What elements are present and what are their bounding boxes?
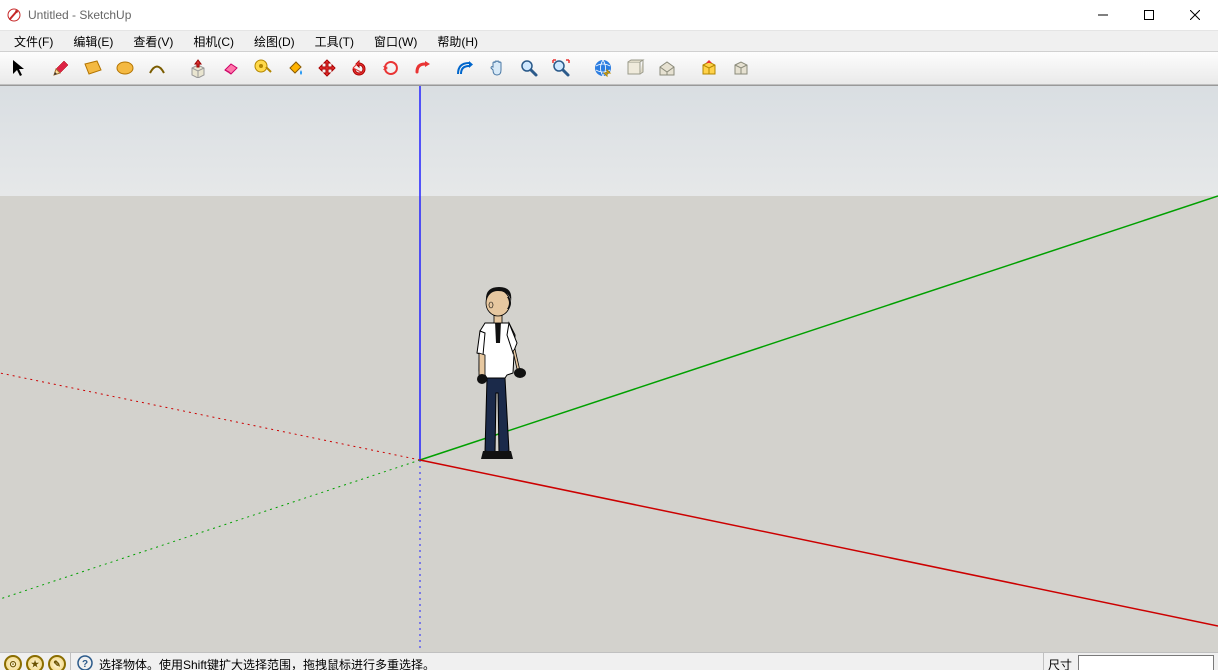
- select-tool-icon[interactable]: [4, 53, 34, 83]
- extensions-icon[interactable]: [726, 53, 756, 83]
- rectangle-tool-icon[interactable]: [78, 53, 108, 83]
- circle-tool-icon[interactable]: [110, 53, 140, 83]
- status-indicator-icons: ⊙ ★ ✎: [0, 653, 71, 670]
- menu-bar: 文件(F) 编辑(E) 查看(V) 相机(C) 绘图(D) 工具(T) 窗口(W…: [0, 31, 1218, 52]
- status-bar: ⊙ ★ ✎ ? 选择物体。使用Shift键扩大选择范围，拖拽鼠标进行多重选择。 …: [0, 652, 1218, 670]
- credits-icon[interactable]: ★: [26, 655, 44, 670]
- zoom-extents-tool-icon[interactable]: [546, 53, 576, 83]
- move-tool-icon[interactable]: [312, 53, 342, 83]
- menu-help[interactable]: 帮助(H): [427, 31, 488, 52]
- toolbar: [0, 52, 1218, 85]
- menu-camera[interactable]: 相机(C): [183, 31, 244, 52]
- menu-view[interactable]: 查看(V): [123, 31, 183, 52]
- maximize-button[interactable]: [1126, 0, 1172, 30]
- tape-measure-tool-icon[interactable]: [248, 53, 278, 83]
- title-bar: Untitled - SketchUp: [0, 0, 1218, 31]
- menu-file[interactable]: 文件(F): [4, 31, 63, 52]
- minimize-button[interactable]: [1080, 0, 1126, 30]
- warehouse-icon[interactable]: [694, 53, 724, 83]
- app-icon: [6, 7, 22, 23]
- menu-draw[interactable]: 绘图(D): [244, 31, 305, 52]
- paint-bucket-tool-icon[interactable]: [280, 53, 310, 83]
- help-icon[interactable]: ?: [77, 655, 93, 670]
- svg-text:?: ?: [82, 659, 88, 670]
- follow-me-tool-icon[interactable]: [408, 53, 438, 83]
- pan-tool-icon[interactable]: [482, 53, 512, 83]
- status-hint: 选择物体。使用Shift键扩大选择范围，拖拽鼠标进行多重选择。: [99, 656, 435, 670]
- sync-icon[interactable]: ✎: [48, 655, 66, 670]
- sky-background: [0, 86, 1218, 196]
- dimension-input[interactable]: [1078, 655, 1214, 670]
- offset-tool-icon[interactable]: [450, 53, 480, 83]
- viewport[interactable]: [0, 85, 1218, 652]
- rotate-tool-icon[interactable]: [344, 53, 374, 83]
- share-model-icon[interactable]: [620, 53, 650, 83]
- dimension-label: 尺寸: [1048, 656, 1072, 670]
- get-models-icon[interactable]: [588, 53, 618, 83]
- scale-figure: [465, 283, 535, 463]
- menu-tools[interactable]: 工具(T): [305, 31, 364, 52]
- pencil-tool-icon[interactable]: [46, 53, 76, 83]
- window-title: Untitled - SketchUp: [28, 8, 131, 22]
- zoom-tool-icon[interactable]: [514, 53, 544, 83]
- geo-location-icon[interactable]: ⊙: [4, 655, 22, 670]
- model-info-icon[interactable]: [652, 53, 682, 83]
- close-button[interactable]: [1172, 0, 1218, 30]
- eraser-tool-icon[interactable]: [216, 53, 246, 83]
- push-pull-tool-icon[interactable]: [184, 53, 214, 83]
- menu-edit[interactable]: 编辑(E): [63, 31, 123, 52]
- scale-tool-icon[interactable]: [376, 53, 406, 83]
- menu-window[interactable]: 窗口(W): [364, 31, 427, 52]
- arc-tool-icon[interactable]: [142, 53, 172, 83]
